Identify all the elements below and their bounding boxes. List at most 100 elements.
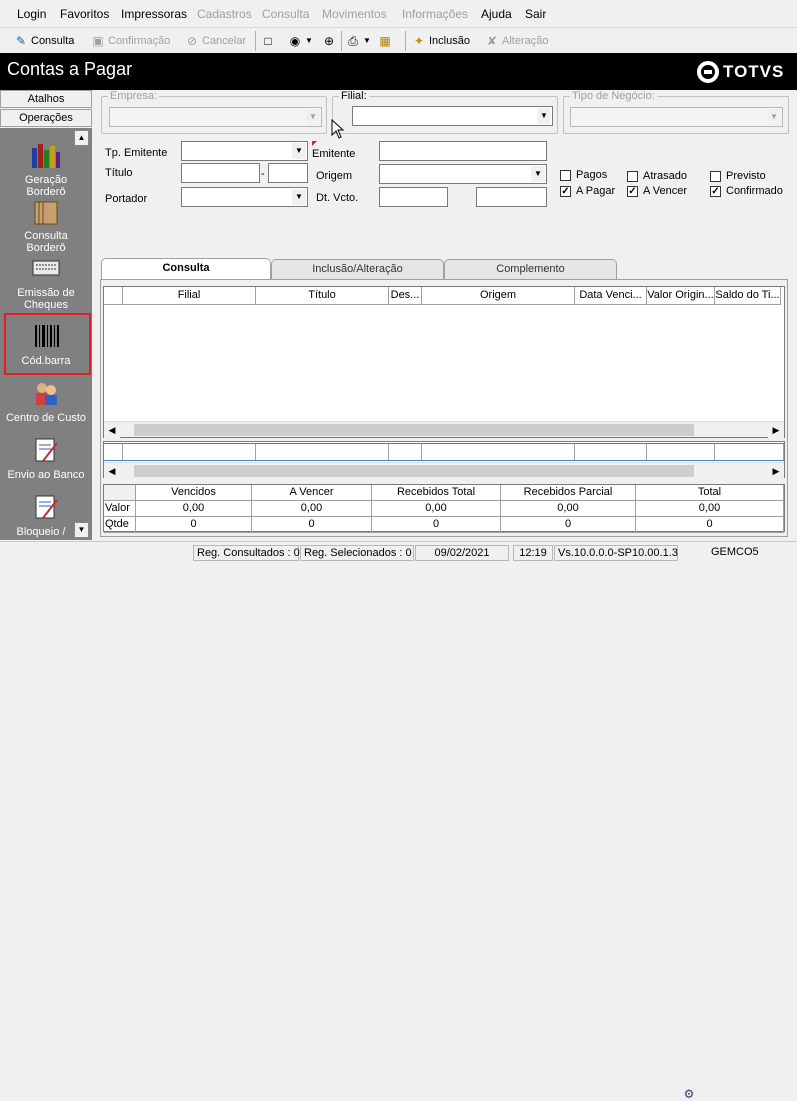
consulta-button[interactable]: ✎ Consulta bbox=[14, 32, 74, 50]
status-version: Vs.10.0.0.0-SP10.00.1.3 bbox=[554, 545, 678, 561]
pagos-label: Pagos bbox=[576, 169, 608, 181]
network-icon: ⚙ bbox=[683, 1087, 695, 1101]
sidebar-item-geracao-bordero[interactable]: Geração Borderô bbox=[4, 140, 88, 198]
checkbox-box bbox=[560, 169, 571, 181]
export-icon: ▦ bbox=[379, 34, 391, 48]
chevron-down-icon: ▼ bbox=[767, 109, 781, 125]
totvs-logo-text: TOTVS bbox=[723, 62, 785, 81]
summary-grid[interactable]: ◀ ▶ bbox=[103, 441, 785, 479]
menu-sair[interactable]: Sair bbox=[525, 7, 546, 21]
menu-favoritos[interactable]: Favoritos bbox=[60, 7, 109, 21]
menu-ajuda[interactable]: Ajuda bbox=[481, 7, 512, 21]
dt-vcto-start-input[interactable] bbox=[379, 187, 448, 207]
inclusao-button[interactable]: ✦ Inclusão bbox=[412, 32, 470, 50]
results-grid[interactable]: Filial Título Des... Origem Data Venci..… bbox=[103, 286, 785, 438]
confirmacao-label: Confirmação bbox=[108, 35, 171, 47]
menu-informacoes[interactable]: Informações bbox=[402, 7, 468, 21]
cancel-icon: ⊘ bbox=[186, 34, 198, 48]
sidebar-item-centro-custo[interactable]: Centro de Custo bbox=[4, 378, 88, 424]
confirmado-label: Confirmado bbox=[726, 185, 783, 197]
sidebar-item-emissao-cheques[interactable]: Emissão de Cheques bbox=[4, 253, 88, 311]
sidebar-operacoes[interactable]: Operações bbox=[0, 109, 92, 127]
scrollbar-thumb[interactable] bbox=[134, 424, 694, 436]
titulo-parcela-input[interactable] bbox=[268, 163, 308, 183]
sidebar-item-envio-banco[interactable]: Envio ao Banco bbox=[4, 435, 88, 481]
pagos-checkbox[interactable]: Pagos bbox=[560, 169, 607, 181]
export-button[interactable]: ▦ bbox=[378, 32, 392, 50]
menu-movimentos[interactable]: Movimentos bbox=[322, 7, 387, 21]
print-button[interactable]: ⎙ ▼ bbox=[346, 32, 371, 50]
portador-select[interactable]: ▼ bbox=[181, 187, 308, 207]
sidebar-atalhos[interactable]: Atalhos bbox=[0, 90, 92, 108]
tp-emitente-select[interactable]: ▼ bbox=[181, 141, 308, 161]
scroll-left-icon[interactable]: ◀ bbox=[104, 463, 120, 479]
column-header-titulo[interactable]: Título bbox=[256, 287, 389, 305]
a-pagar-label: A Pagar bbox=[576, 185, 616, 197]
checkmark-icon: ✓ bbox=[627, 185, 638, 197]
summary-horizontal-scrollbar[interactable]: ◀ ▶ bbox=[104, 462, 784, 479]
titulo-dash: - bbox=[261, 168, 265, 180]
grid-cell bbox=[422, 443, 575, 461]
scroll-left-icon[interactable]: ◀ bbox=[104, 422, 120, 438]
a-pagar-checkbox[interactable]: ✓ A Pagar bbox=[560, 185, 615, 197]
save-icon: ▣ bbox=[92, 34, 104, 48]
emitente-input[interactable] bbox=[379, 141, 547, 161]
previsto-checkbox[interactable]: Previsto bbox=[710, 170, 766, 182]
tab-inclusao-alteracao[interactable]: Inclusão/Alteração bbox=[271, 259, 444, 279]
filial-select[interactable]: ▼ bbox=[352, 106, 553, 126]
a-vencer-checkbox[interactable]: ✓ A Vencer bbox=[627, 185, 687, 197]
cancelar-button[interactable]: ⊘ Cancelar bbox=[185, 32, 246, 50]
toolbar-separator bbox=[255, 31, 256, 51]
keyboard-icon bbox=[29, 253, 63, 283]
grid-cell bbox=[256, 443, 389, 461]
tab-complemento[interactable]: Complemento bbox=[444, 259, 617, 279]
origem-select[interactable]: ▼ bbox=[379, 164, 547, 184]
grid-horizontal-scrollbar[interactable]: ◀ ▶ bbox=[104, 421, 784, 438]
totals-header-recebidos-parcial: Recebidos Parcial bbox=[501, 485, 636, 501]
titulo-input[interactable] bbox=[181, 163, 260, 183]
toolbar-separator bbox=[405, 31, 406, 51]
scroll-right-icon[interactable]: ▶ bbox=[768, 422, 784, 438]
grid-cell bbox=[647, 443, 715, 461]
toolbar: ✎ Consulta ▣ Confirmação ⊘ Cancelar □ ◉ … bbox=[0, 28, 797, 53]
menu-consulta[interactable]: Consulta bbox=[262, 7, 309, 21]
scrollbar-thumb[interactable] bbox=[134, 465, 694, 477]
confirmacao-button[interactable]: ▣ Confirmação bbox=[91, 32, 170, 50]
sidebar-item-consulta-bordero[interactable]: Consulta Borderô bbox=[4, 196, 88, 254]
filial-label: Filial: bbox=[339, 90, 369, 102]
tab-consulta[interactable]: Consulta bbox=[101, 258, 271, 280]
column-header-origem[interactable]: Origem bbox=[422, 287, 575, 305]
find-button[interactable]: ◉ ▼ bbox=[288, 32, 313, 50]
totals-header-recebidos-total: Recebidos Total bbox=[372, 485, 501, 501]
column-header-saldo-titulo[interactable]: Saldo do Ti... bbox=[715, 287, 781, 305]
totals-qtde-recebidos-total: 0 bbox=[372, 517, 501, 533]
tipo-negocio-select[interactable]: ▼ bbox=[570, 107, 783, 127]
column-header-filial[interactable]: Filial bbox=[123, 287, 256, 305]
new-document-button[interactable]: □ bbox=[261, 32, 275, 50]
zoom-button[interactable]: ⊕ bbox=[322, 32, 336, 50]
grid-cell bbox=[389, 443, 422, 461]
menu-cadastros[interactable]: Cadastros bbox=[197, 7, 252, 21]
checkbox-box bbox=[627, 170, 638, 182]
column-header-valor-original[interactable]: Valor Origin... bbox=[647, 287, 715, 305]
totals-row-label-valor: Valor bbox=[104, 501, 136, 517]
atrasado-checkbox[interactable]: Atrasado bbox=[627, 170, 687, 182]
sidebar-scroll-down[interactable]: ▼ bbox=[74, 522, 89, 538]
column-header-data-vencimento[interactable]: Data Venci... bbox=[575, 287, 647, 305]
column-header-des[interactable]: Des... bbox=[389, 287, 422, 305]
menu-impressoras[interactable]: Impressoras bbox=[121, 7, 187, 21]
menu-login[interactable]: Login bbox=[17, 7, 46, 21]
checkmark-icon: ✓ bbox=[560, 185, 571, 197]
totals-table: Vencidos A Vencer Recebidos Total Recebi… bbox=[103, 484, 785, 533]
grid-cell bbox=[715, 443, 784, 461]
grid-row-header bbox=[104, 287, 123, 305]
totvs-logo-icon bbox=[697, 61, 719, 83]
totals-header-total: Total bbox=[636, 485, 784, 501]
scroll-right-icon[interactable]: ▶ bbox=[768, 463, 784, 479]
dt-vcto-end-input[interactable] bbox=[476, 187, 547, 207]
totals-header-vencidos: Vencidos bbox=[136, 485, 252, 501]
alteracao-button[interactable]: ✘ Alteração bbox=[485, 32, 549, 50]
dropdown-arrow-icon: ▼ bbox=[363, 36, 371, 45]
empresa-select[interactable]: ▼ bbox=[109, 107, 322, 127]
confirmado-checkbox[interactable]: ✓ Confirmado bbox=[710, 185, 783, 197]
